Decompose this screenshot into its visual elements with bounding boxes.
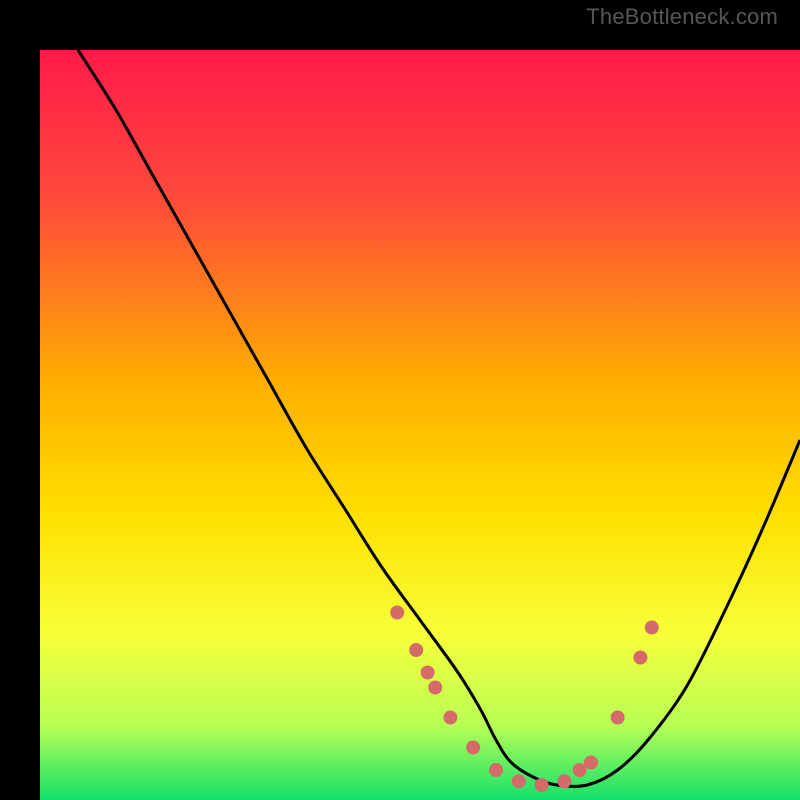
watermark-text: TheBottleneck.com: [586, 4, 778, 30]
bottleneck-chart: [40, 50, 800, 800]
chart-frame: [20, 20, 780, 780]
sample-point: [489, 763, 503, 777]
sample-point: [512, 774, 526, 788]
sample-point: [535, 778, 549, 792]
sample-point: [584, 756, 598, 770]
sample-point: [645, 621, 659, 635]
sample-point: [611, 711, 625, 725]
sample-point: [557, 774, 571, 788]
sample-point: [390, 606, 404, 620]
sample-point: [421, 666, 435, 680]
sample-point: [573, 763, 587, 777]
sample-point: [409, 643, 423, 657]
sample-point: [633, 651, 647, 665]
sample-point: [466, 741, 480, 755]
sample-point: [443, 711, 457, 725]
sample-point: [428, 681, 442, 695]
